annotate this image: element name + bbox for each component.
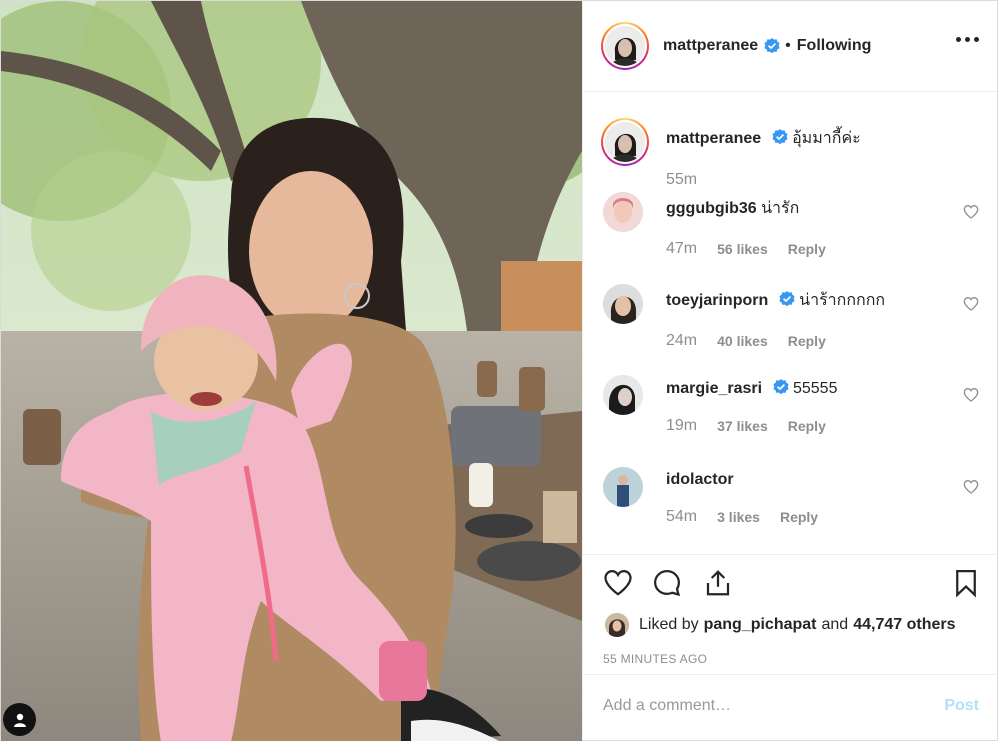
post-sidebar: mattperanee • Following mattperanee อุ้ม… <box>582 1 997 740</box>
comment-time[interactable]: 54m <box>666 508 697 526</box>
more-options-icon[interactable] <box>956 37 979 42</box>
comment-likes[interactable]: 56 likes <box>717 241 768 257</box>
reply-button[interactable]: Reply <box>780 509 818 525</box>
header-separator: • <box>785 37 791 54</box>
liked-by-prefix: Liked by <box>639 616 699 633</box>
reply-button[interactable]: Reply <box>788 418 826 434</box>
post-comment-button[interactable]: Post <box>944 697 979 715</box>
comment-time[interactable]: 19m <box>666 417 697 435</box>
comment-time[interactable]: 24m <box>666 332 697 350</box>
save-bookmark-icon[interactable] <box>951 568 981 598</box>
like-comment-heart-icon[interactable] <box>963 296 979 312</box>
comment-item: idolactor 54m 3 likes Reply <box>603 467 979 526</box>
comment-username[interactable]: toeyjarinporn <box>666 292 768 309</box>
post-actions: Liked by pang_pichapat and 44,747 others… <box>583 554 997 736</box>
header-username[interactable]: mattperanee <box>663 37 758 55</box>
caption-story-ring[interactable] <box>601 118 649 166</box>
comment-likes[interactable]: 37 likes <box>717 418 768 434</box>
like-comment-heart-icon[interactable] <box>963 479 979 495</box>
comment-username[interactable]: margie_rasri <box>666 380 762 397</box>
caption-avatar[interactable] <box>605 122 645 162</box>
comment-avatar[interactable] <box>603 284 643 324</box>
comment-composer: Post <box>583 674 997 736</box>
share-icon[interactable] <box>703 568 733 598</box>
comment-likes[interactable]: 40 likes <box>717 333 768 349</box>
verified-badge-icon <box>764 38 780 54</box>
like-comment-heart-icon[interactable] <box>963 204 979 220</box>
story-ring[interactable] <box>601 22 649 70</box>
verified-badge-icon <box>772 379 789 395</box>
comment-bubble-icon[interactable] <box>652 568 682 598</box>
post-header: mattperanee • Following <box>583 1 997 92</box>
liked-by-connector: and <box>821 616 849 633</box>
comment-input[interactable] <box>603 696 945 715</box>
caption-time[interactable]: 55m <box>666 171 697 189</box>
like-heart-icon[interactable] <box>603 568 633 598</box>
liked-by-avatar[interactable] <box>605 613 629 637</box>
caption-text: อุ้มมากี้ค่ะ <box>792 130 861 147</box>
comment-username[interactable]: gggubgib36 <box>666 200 757 217</box>
liked-by-others[interactable]: 44,747 others <box>853 616 955 634</box>
comment-avatar[interactable] <box>603 467 643 507</box>
photo-illustration <box>1 1 582 741</box>
liked-by: Liked by pang_pichapat and 44,747 others <box>605 613 955 637</box>
post-photo[interactable] <box>1 1 582 741</box>
reply-button[interactable]: Reply <box>788 333 826 349</box>
caption: mattperanee อุ้มมากี้ค่ะ 55m <box>601 118 861 189</box>
profile-avatar[interactable] <box>605 26 645 66</box>
like-comment-heart-icon[interactable] <box>963 387 979 403</box>
comment-item: toeyjarinporn น่าร้ากกกกก 24m 40 likes R… <box>603 284 979 350</box>
verified-badge-icon <box>772 129 788 145</box>
comment-item: margie_rasri 55555 19m 37 likes Reply <box>603 375 979 435</box>
comment-text: น่าร้ากกกกก <box>799 292 886 309</box>
instagram-post: mattperanee • Following mattperanee อุ้ม… <box>0 0 998 741</box>
comment-username[interactable]: idolactor <box>666 471 734 488</box>
comment-likes[interactable]: 3 likes <box>717 509 760 525</box>
comment-text: น่ารัก <box>761 200 800 217</box>
comment-time[interactable]: 47m <box>666 240 697 258</box>
following-button[interactable]: Following <box>797 37 872 55</box>
comment-avatar[interactable] <box>603 375 643 415</box>
comments-list: mattperanee อุ้มมากี้ค่ะ 55m gggubgib36 … <box>583 92 997 554</box>
comment-text: 55555 <box>792 380 838 397</box>
post-timestamp[interactable]: 55 MINUTES AGO <box>603 652 707 666</box>
comment-item: gggubgib36 น่ารัก 47m 56 likes Reply <box>603 192 979 258</box>
reply-button[interactable]: Reply <box>788 241 826 257</box>
liked-by-user[interactable]: pang_pichapat <box>704 616 817 634</box>
comment-avatar[interactable] <box>603 192 643 232</box>
verified-badge-icon <box>779 291 795 307</box>
caption-username[interactable]: mattperanee <box>666 130 761 147</box>
tagged-user-icon[interactable] <box>3 703 36 736</box>
